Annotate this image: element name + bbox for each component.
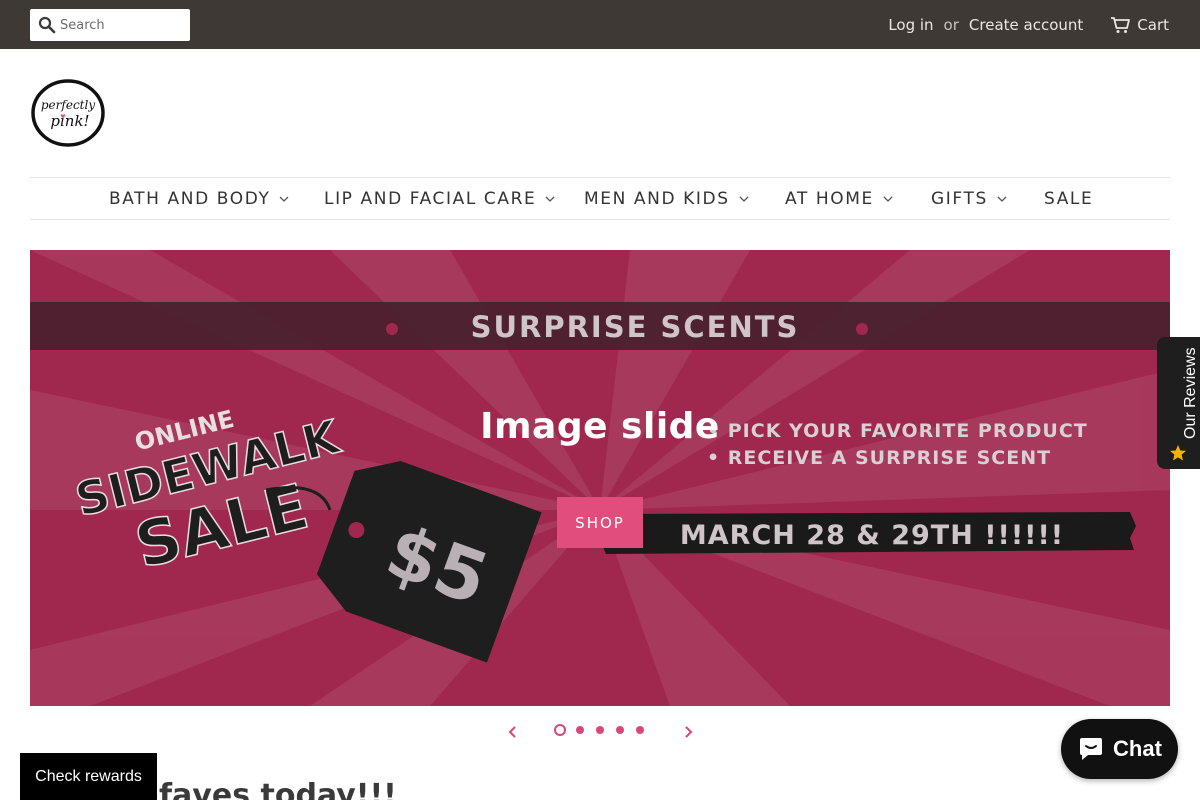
slide-dot-4[interactable] xyxy=(616,726,624,734)
cart-icon xyxy=(1111,16,1131,33)
nav-bath-and-body[interactable]: BATH AND BODY xyxy=(109,178,289,219)
chevron-left-icon[interactable] xyxy=(504,723,522,741)
star-icon xyxy=(1170,445,1186,461)
slide-title: Image slide xyxy=(480,406,720,447)
or-separator: or xyxy=(943,15,959,34)
login-link[interactable]: Log in xyxy=(888,16,933,34)
logo-text-2: pink! xyxy=(50,112,89,130)
cart-label: Cart xyxy=(1137,15,1169,34)
section-heading: faves today!!! xyxy=(159,778,397,800)
top-bar: Log in or Create account Cart xyxy=(0,0,1200,49)
chat-button[interactable]: Chat xyxy=(1061,719,1178,779)
chevron-down-icon xyxy=(883,196,893,202)
nav-men-and-kids[interactable]: MEN AND KIDS xyxy=(584,178,749,219)
hero-bullet-1: • PICK YOUR FAVORITE PRODUCT xyxy=(707,420,1088,442)
nav-lip-and-facial-care[interactable]: LIP AND FACIAL CARE xyxy=(324,178,555,219)
search-input[interactable] xyxy=(60,9,186,41)
chevron-right-icon[interactable] xyxy=(679,723,697,741)
create-account-link[interactable]: Create account xyxy=(969,16,1083,34)
nav-label: BATH AND BODY xyxy=(109,188,271,209)
hero-slide: SURPRISE SCENTS ONLINE SIDEWALK SALE $5 … xyxy=(30,250,1170,706)
hero-bullet-2: • RECEIVE A SURPRISE SCENT xyxy=(707,447,1051,469)
nav-at-home[interactable]: AT HOME xyxy=(785,178,893,219)
chevron-down-icon xyxy=(739,196,749,202)
nav-label: MEN AND KIDS xyxy=(584,188,730,209)
hero-banner-image: SURPRISE SCENTS ONLINE SIDEWALK SALE $5 … xyxy=(30,250,1170,706)
slide-dot-1[interactable] xyxy=(554,724,566,736)
nav-sale[interactable]: SALE xyxy=(1044,178,1093,219)
chevron-down-icon xyxy=(280,196,289,202)
check-rewards-button[interactable]: Check rewards xyxy=(20,753,157,800)
nav-label: SALE xyxy=(1044,188,1094,209)
search-box[interactable] xyxy=(30,9,190,41)
slide-dot-3[interactable] xyxy=(596,726,604,734)
main-nav: BATH AND BODY LIP AND FACIAL CARE MEN AN… xyxy=(30,177,1170,220)
nav-label: AT HOME xyxy=(785,188,874,209)
search-icon[interactable] xyxy=(38,16,56,34)
cart-link[interactable]: Cart xyxy=(1110,16,1169,34)
slide-dot-2[interactable] xyxy=(576,726,584,734)
chat-label: Chat xyxy=(1113,736,1162,761)
nav-label: LIP AND FACIAL CARE xyxy=(324,188,537,209)
nav-label: GIFTS xyxy=(931,188,988,209)
slide-dot-5[interactable] xyxy=(636,726,644,734)
hero-dates: MARCH 28 & 29TH !!!!!! xyxy=(680,520,1064,551)
chevron-down-icon xyxy=(997,196,1007,202)
store-logo[interactable]: perfectly pink! xyxy=(30,78,106,148)
chevron-down-icon xyxy=(545,196,555,202)
banner-heading: SURPRISE SCENTS xyxy=(471,310,800,344)
chat-bubble-icon xyxy=(1080,738,1103,760)
logo-text-1: perfectly xyxy=(41,98,95,112)
shop-button[interactable]: SHOP xyxy=(557,497,643,548)
account-links: Log in or Create account Cart xyxy=(888,0,1169,49)
nav-gifts[interactable]: GIFTS xyxy=(931,178,1007,219)
